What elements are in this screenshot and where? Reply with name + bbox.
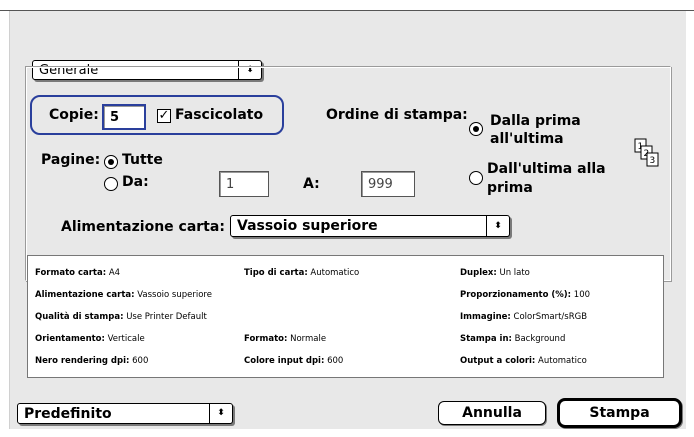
summary-row: Alimentazione carta: Vassoio superiore P… [28,290,663,306]
summary-row: Nero rendering dpi: 600 Colore input dpi… [28,356,663,372]
print-button[interactable]: Stampa [557,398,682,428]
summary-cell: Output a colori: Automatico [460,356,587,366]
cancel-button[interactable]: Annulla [438,401,546,425]
pages-range-radio[interactable] [104,177,118,191]
svg-text:3: 3 [650,156,656,166]
order-last-to-first-line1: Dall'ultima alla [487,161,606,177]
summary-row: Qualità di stampa: Use Printer Default I… [28,312,663,328]
summary-cell: Tipo di carta: Automatico [244,268,360,278]
summary-cell: Formato carta: A4 [35,268,121,278]
copies-field[interactable]: 5 [102,104,146,130]
pages-label: Pagine: [41,152,101,168]
paper-source-label: Alimentazione carta: [61,219,225,235]
pages-from-field[interactable]: 1 [219,171,269,197]
collate-checkbox[interactable]: ✓ [157,109,171,123]
summary-cell: Colore input dpi: 600 [244,356,344,366]
print-order-label: Ordine di stampa: [326,107,468,123]
order-first-to-last-line2: all'ultima [490,131,564,147]
order-last-to-first-line2: prima [487,180,533,196]
updown-arrows-icon: ⬍ [209,404,232,423]
paper-source-menu[interactable]: Vassoio superiore ⬍ [230,215,510,237]
order-first-to-last-radio[interactable] [469,122,483,136]
settings-preset-menu[interactable]: Predefinito ⬍ [17,403,233,424]
summary-cell: Formato: Normale [244,334,327,344]
summary-cell: Nero rendering dpi: 600 [35,356,149,366]
collate-label: Fascicolato [175,107,264,123]
summary-cell: Qualità di stampa: Use Printer Default [35,312,207,322]
summary-cell: Alimentazione carta: Vassoio superiore [35,290,212,300]
settings-summary: Formato carta: A4 Tipo di carta: Automat… [27,255,664,378]
pages-all-label: Tutte [122,152,163,168]
summary-cell: Orientamento: Verticale [35,334,145,344]
summary-cell: Proporzionamento (%): 100 [460,290,591,300]
updown-arrows-icon: ⬍ [486,216,509,236]
settings-preset-value: Predefinito [24,405,112,422]
pages-to-field[interactable]: 999 [361,171,415,197]
paper-source-value: Vassoio superiore [237,218,378,234]
summary-cell: Immagine: ColorSmart/sRGB [460,312,588,322]
pages-from-label: Da: [122,174,149,190]
summary-row: Formato carta: A4 Tipo di carta: Automat… [28,268,663,284]
order-first-to-last-line1: Dalla prima [490,113,581,129]
summary-cell: Duplex: Un lato [460,268,530,278]
summary-cell: Stampa in: Background [460,334,566,344]
copies-label: Copie: [49,107,99,123]
pages-to-label: A: [303,176,320,192]
page-order-icon: 1 2 3 [634,138,660,168]
order-last-to-first-radio[interactable] [469,171,483,185]
summary-row: Orientamento: Verticale Formato: Normale… [28,334,663,350]
pages-all-radio[interactable] [104,155,118,169]
